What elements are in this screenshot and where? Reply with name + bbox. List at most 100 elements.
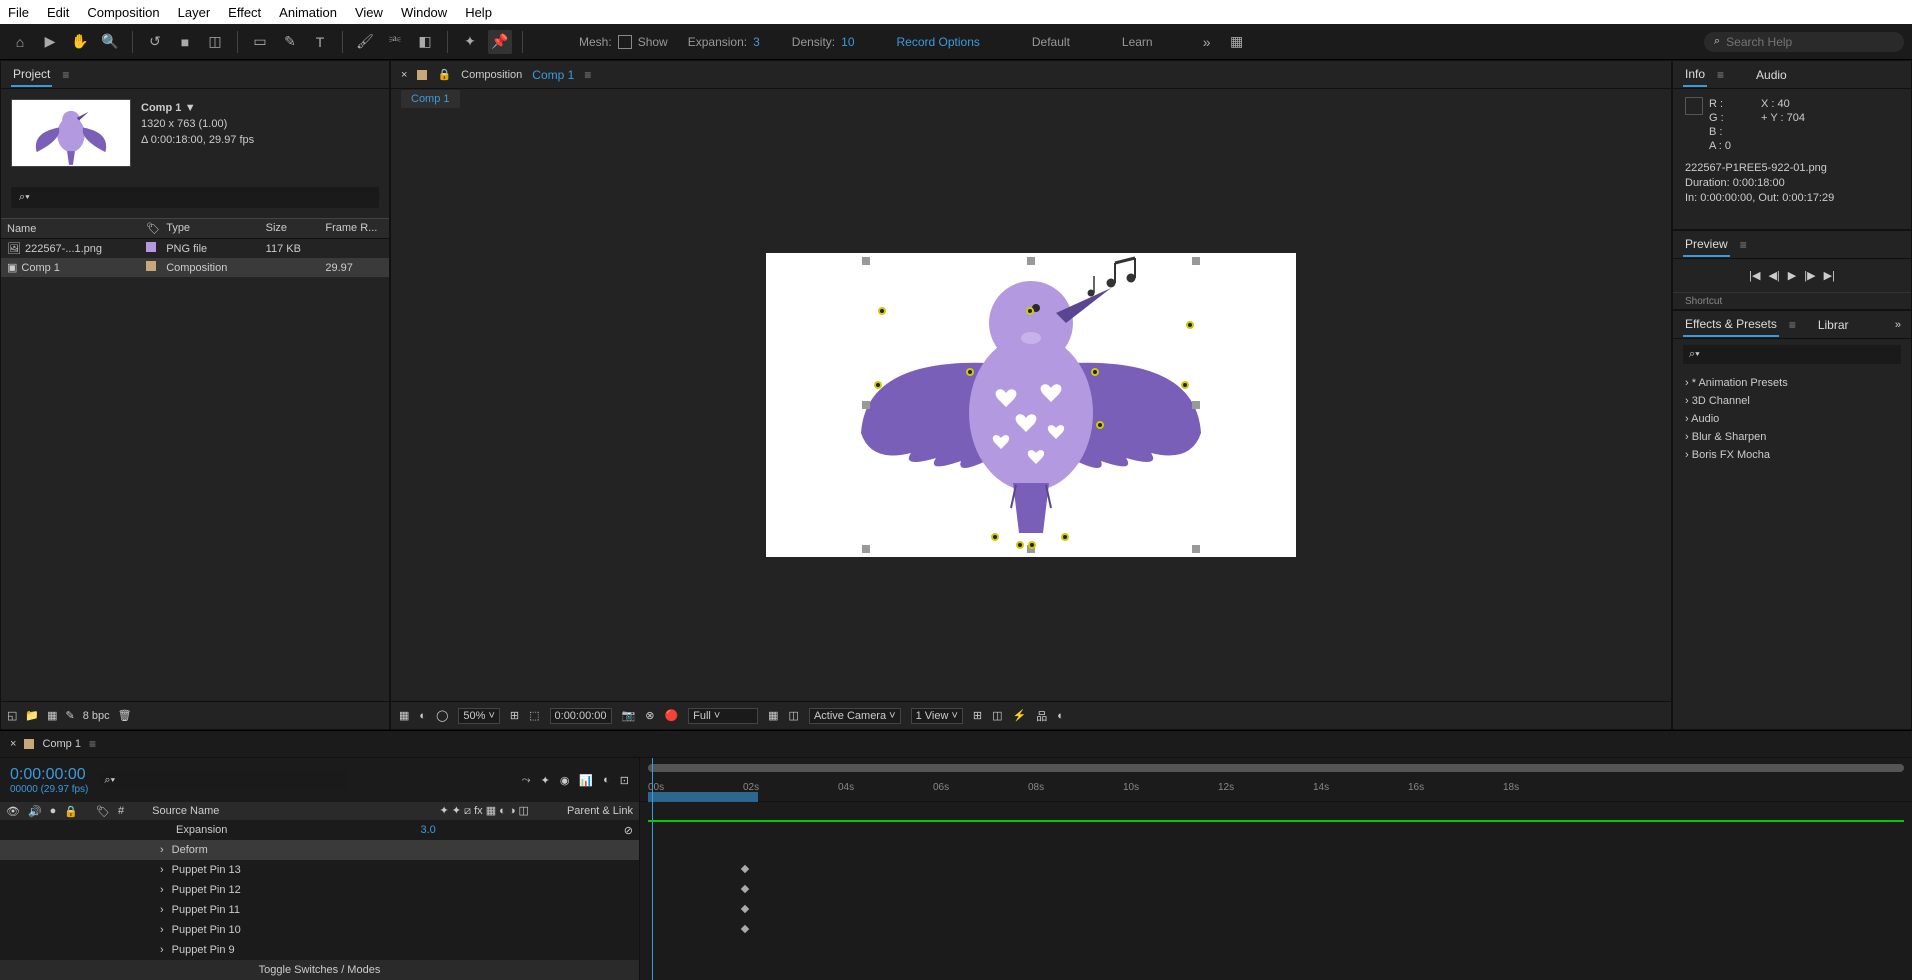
- draft-3d-icon[interactable]: ◐: [603, 774, 610, 787]
- expansion-value[interactable]: 3: [753, 35, 760, 49]
- play-icon[interactable]: ▶: [1788, 269, 1796, 282]
- av-icon[interactable]: 👁: [6, 805, 20, 818]
- mesh-show-checkbox[interactable]: [618, 35, 632, 49]
- menu-help[interactable]: Help: [465, 5, 492, 20]
- effects-tab[interactable]: Effects & Presets: [1683, 313, 1779, 337]
- timeline-row[interactable]: ›Puppet Pin 13: [0, 860, 639, 880]
- source-name-label[interactable]: Source Name: [152, 805, 219, 817]
- motion-blur-icon[interactable]: ◉: [560, 774, 570, 787]
- home-icon[interactable]: ⌂: [8, 30, 32, 54]
- col-name[interactable]: Name: [1, 219, 140, 238]
- timeline-row[interactable]: ›Puppet Pin 9: [0, 940, 639, 960]
- comp-thumbnail[interactable]: [11, 99, 131, 167]
- record-options-link[interactable]: Record Options: [897, 35, 980, 49]
- timecode-display[interactable]: 0:00:00:00: [550, 708, 612, 724]
- workspace-default[interactable]: Default: [1032, 35, 1070, 49]
- project-item[interactable]: 🖼222567-...1.png PNG file 117 KB: [1, 239, 389, 258]
- toggle-switches[interactable]: Toggle Switches / Modes: [0, 960, 639, 980]
- trash-icon[interactable]: 🗑: [118, 709, 132, 722]
- menu-effect[interactable]: Effect: [228, 5, 261, 20]
- grid-icon[interactable]: ▦: [399, 709, 409, 722]
- panel-menu-icon[interactable]: ≡: [584, 68, 591, 82]
- fx-category[interactable]: › Audio: [1673, 410, 1911, 428]
- solo-icon[interactable]: ●: [50, 805, 57, 817]
- property-value[interactable]: 3.0: [420, 824, 435, 836]
- fast-preview-icon[interactable]: ⚡: [1013, 709, 1027, 722]
- menu-edit[interactable]: Edit: [47, 5, 69, 20]
- handle[interactable]: [862, 401, 870, 409]
- fx-category[interactable]: › 3D Channel: [1673, 392, 1911, 410]
- keyframe[interactable]: [741, 885, 749, 893]
- tag-icon[interactable]: 🏷: [146, 223, 160, 235]
- snapshot-icon[interactable]: 📷: [622, 709, 636, 722]
- hand-tool-icon[interactable]: ✋: [68, 30, 92, 54]
- audio-icon[interactable]: 🔊: [28, 805, 42, 818]
- menu-layer[interactable]: Layer: [178, 5, 211, 20]
- rectangle-tool-icon[interactable]: ▭: [248, 30, 272, 54]
- type-tool-icon[interactable]: T: [308, 30, 332, 54]
- frame-blend-icon[interactable]: ✦: [541, 774, 550, 787]
- region-icon[interactable]: ⬚: [529, 709, 539, 722]
- link-icon[interactable]: ⊘: [624, 824, 633, 837]
- puppet-pin[interactable]: [1186, 321, 1194, 329]
- project-item[interactable]: ▣Comp 1 Composition 29.97: [1, 258, 389, 277]
- col-framerate[interactable]: Frame R...: [319, 219, 389, 238]
- overflow-icon[interactable]: »: [1195, 30, 1219, 54]
- twirl-icon[interactable]: ›: [160, 924, 164, 936]
- handle[interactable]: [1192, 545, 1200, 553]
- bpc-label[interactable]: 8 bpc: [83, 710, 110, 722]
- puppet-pin[interactable]: [1061, 533, 1069, 541]
- timeline-row[interactable]: ›Puppet Pin 11: [0, 900, 639, 920]
- work-area[interactable]: [648, 792, 758, 802]
- label-icon[interactable]: 🏷: [96, 805, 110, 818]
- puppet-pin[interactable]: [1028, 541, 1036, 549]
- fx-category[interactable]: › Blur & Sharpen: [1673, 428, 1911, 446]
- color-icon[interactable]: 🔴: [664, 709, 678, 722]
- panel-menu-icon[interactable]: ≡: [62, 68, 69, 82]
- selection-tool-icon[interactable]: ▶: [38, 30, 62, 54]
- comp-name-link[interactable]: Comp 1: [532, 68, 574, 82]
- menu-composition[interactable]: Composition: [87, 5, 159, 20]
- eraser-tool-icon[interactable]: ◧: [413, 30, 437, 54]
- zoom-dropdown[interactable]: 50% ˅: [458, 708, 500, 724]
- info-tab[interactable]: Info: [1683, 63, 1707, 87]
- zoom-tool-icon[interactable]: 🔍: [98, 30, 122, 54]
- keyframe[interactable]: [741, 865, 749, 873]
- adjust-icon[interactable]: ✎: [66, 709, 75, 722]
- handle[interactable]: [862, 545, 870, 553]
- next-frame-icon[interactable]: |▶: [1804, 269, 1815, 282]
- show-snapshot-icon[interactable]: ⊗: [645, 709, 654, 722]
- exposure-icon[interactable]: ◐: [1057, 710, 1064, 722]
- project-tab[interactable]: Project: [11, 63, 52, 87]
- twirl-icon[interactable]: ›: [160, 864, 164, 876]
- handle[interactable]: [1192, 401, 1200, 409]
- overflow-icon[interactable]: »: [1895, 319, 1901, 331]
- twirl-icon[interactable]: ›: [160, 904, 164, 916]
- resolution-icon[interactable]: ⊞: [510, 709, 519, 722]
- search-help-input[interactable]: [1726, 35, 1894, 49]
- composition-viewer[interactable]: [391, 109, 1671, 701]
- timeline-search[interactable]: ⌕▾: [98, 771, 348, 790]
- last-frame-icon[interactable]: ▶|: [1824, 269, 1835, 282]
- fx-category[interactable]: › Boris FX Mocha: [1673, 446, 1911, 464]
- anchor-tool-icon[interactable]: ◫: [203, 30, 227, 54]
- mask-icon[interactable]: ◯: [436, 709, 448, 722]
- interpret-icon[interactable]: ◱: [7, 709, 17, 722]
- current-time[interactable]: 0:00:00:00: [10, 766, 88, 784]
- views-dropdown[interactable]: 1 View ˅: [911, 708, 963, 724]
- prev-frame-icon[interactable]: ◀|: [1768, 269, 1779, 282]
- 3d-icon[interactable]: ◫: [789, 709, 799, 722]
- brush-tool-icon[interactable]: 🖌: [353, 30, 377, 54]
- flowchart-icon[interactable]: 品: [1036, 708, 1047, 724]
- shy-icon[interactable]: ⤳: [522, 774, 531, 787]
- close-icon[interactable]: ×: [401, 69, 407, 81]
- menu-animation[interactable]: Animation: [279, 5, 337, 20]
- timeline-row[interactable]: ›Deform: [0, 840, 639, 860]
- timeline-row[interactable]: ›Puppet Pin 12: [0, 880, 639, 900]
- panel-menu-icon[interactable]: ≡: [89, 737, 96, 751]
- puppet-pin[interactable]: [1091, 368, 1099, 376]
- puppet-pin[interactable]: [874, 381, 882, 389]
- preview-tab[interactable]: Preview: [1683, 233, 1730, 257]
- puppet-pin[interactable]: [991, 533, 999, 541]
- camera-dropdown[interactable]: Active Camera ˅: [809, 708, 901, 724]
